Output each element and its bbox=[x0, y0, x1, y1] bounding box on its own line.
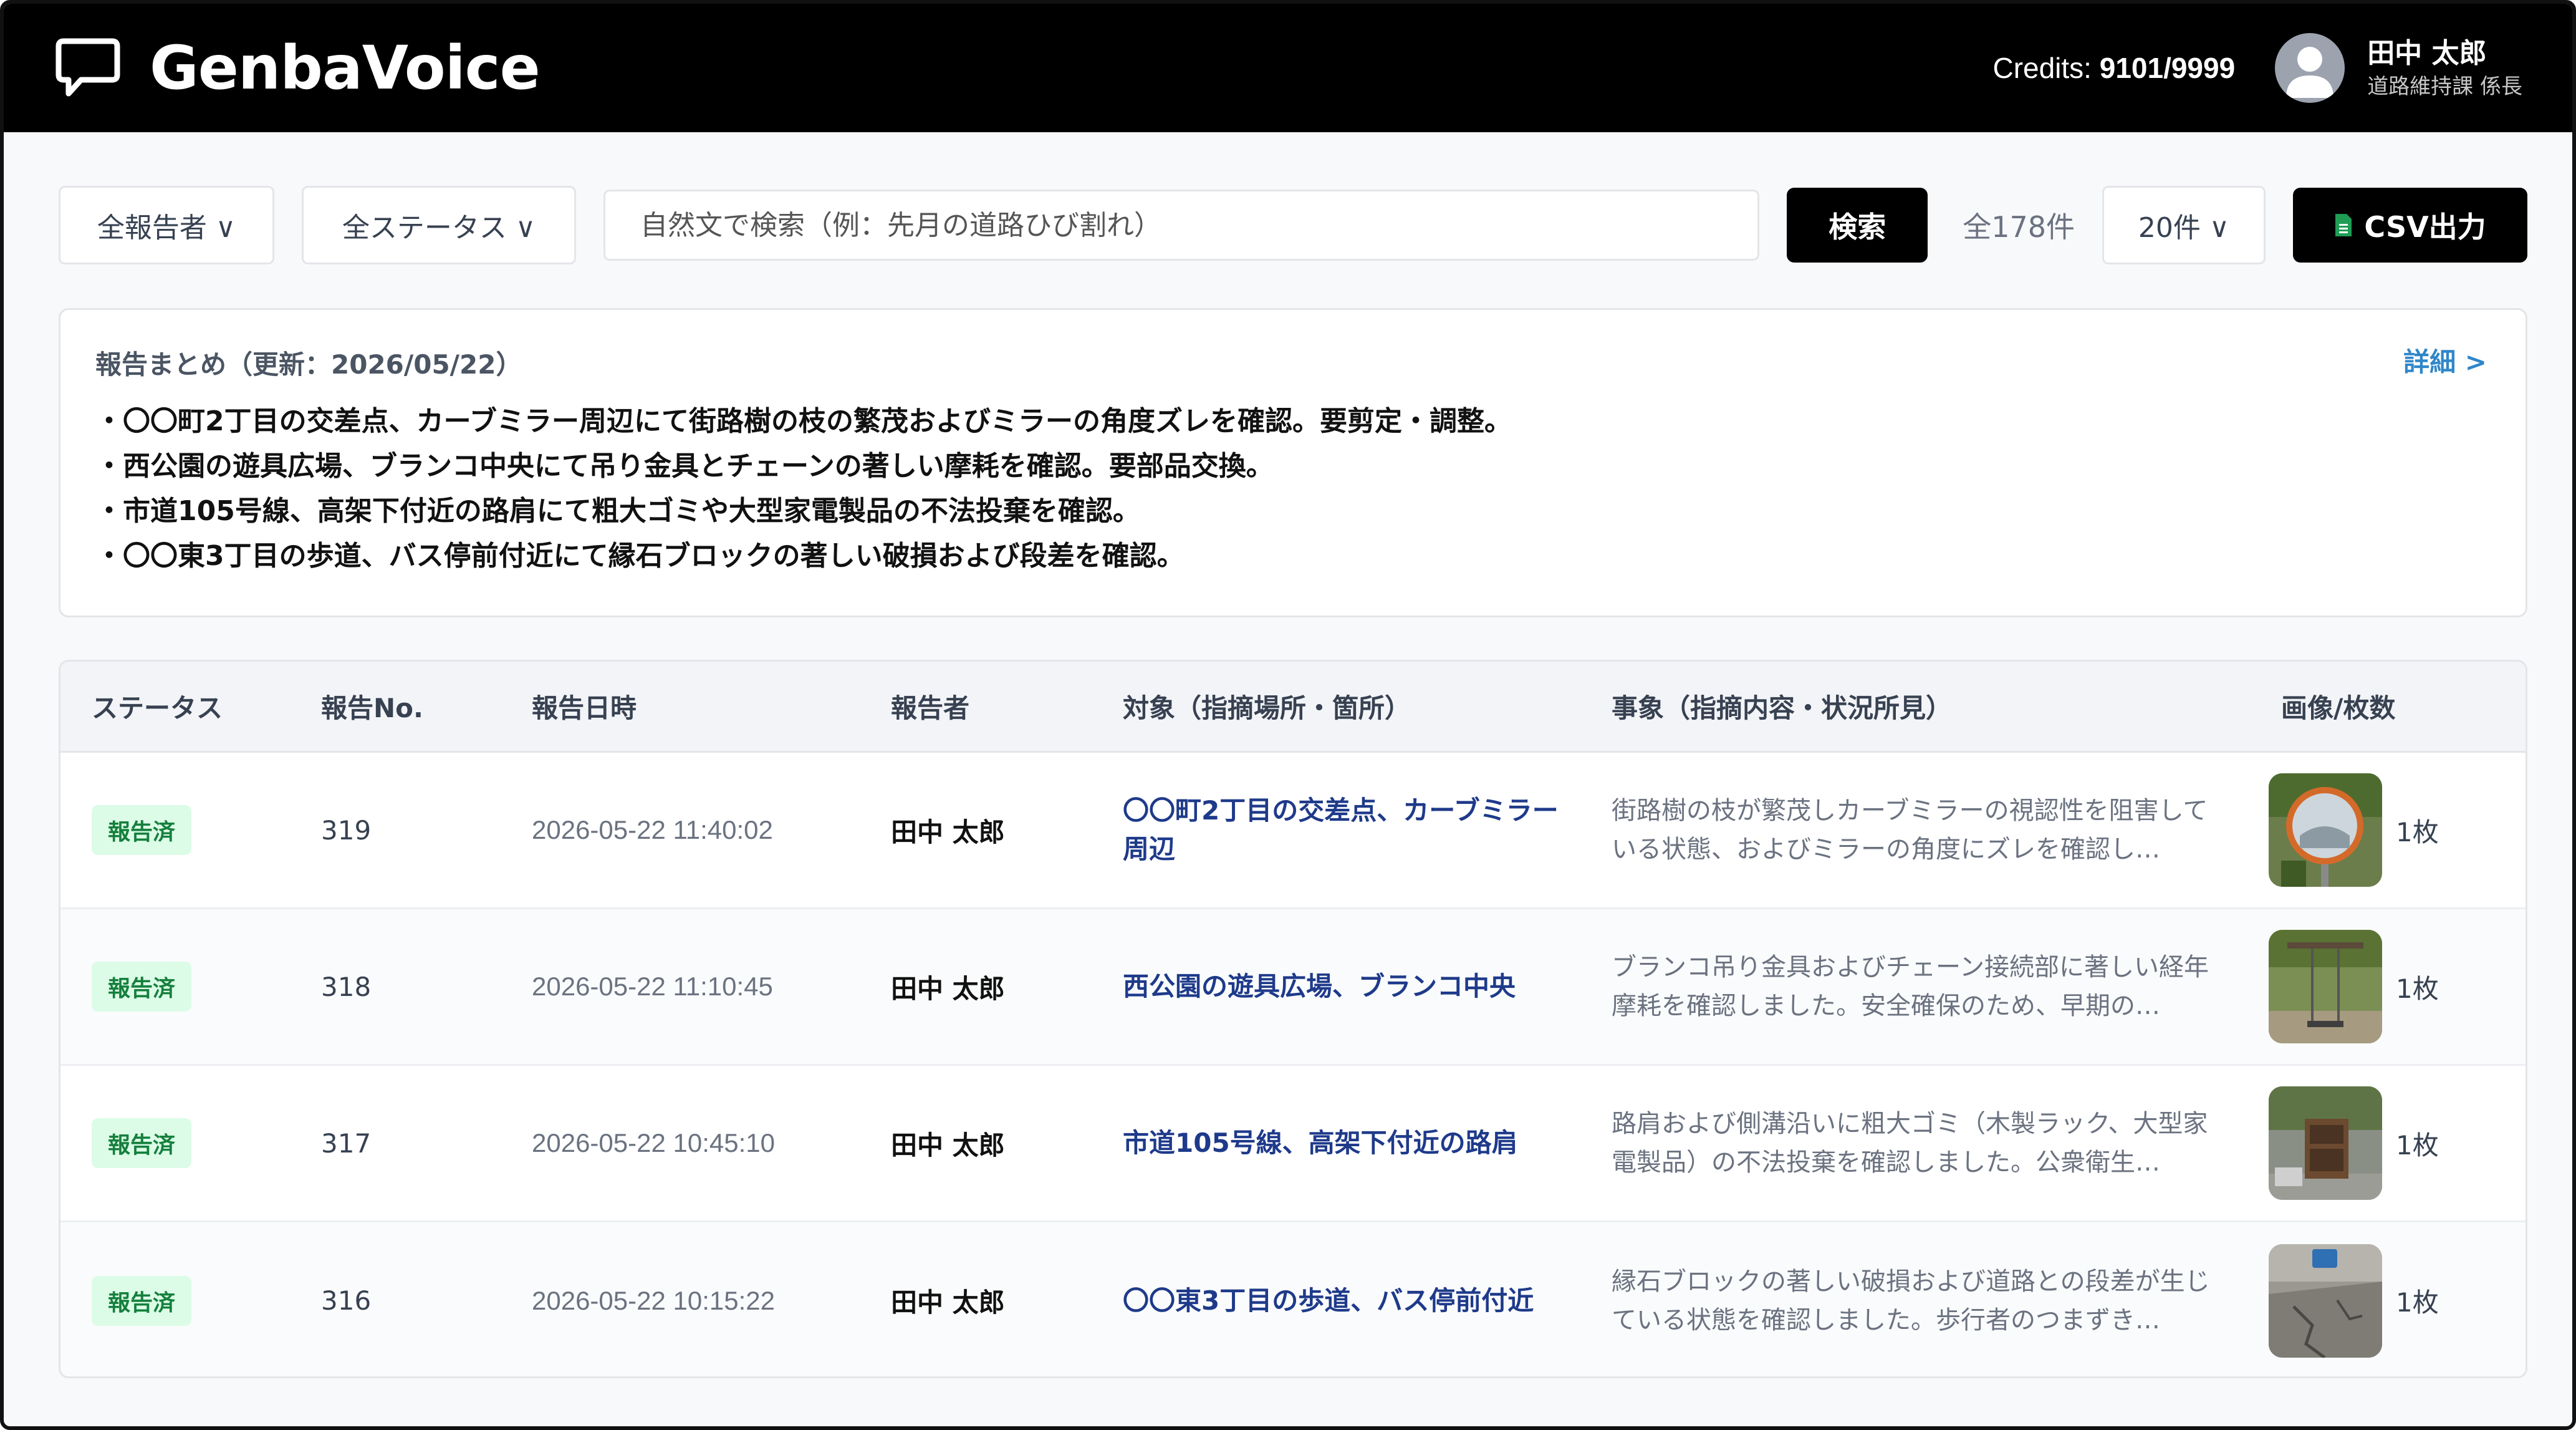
total-count: 全178件 bbox=[1963, 210, 2075, 244]
report-description: 路肩および側溝沿いに粗大ゴミ（木製ラック、大型家電製品）の不法投棄を確認しました… bbox=[1612, 1109, 2208, 1177]
column-header-description[interactable]: 事象（指摘内容・状況所見） bbox=[1612, 687, 1952, 725]
summary-line: ・市道105号線、高架下付近の路肩にて粗大ゴミや大型家電製品の不法投棄を確認。 bbox=[95, 495, 1140, 527]
target-location-link[interactable]: 西公園の遊具広場、ブランコ中央 bbox=[1123, 967, 1572, 1006]
table-row[interactable]: 報告済 316 2026-05-22 10:15:22 田中 太郎 〇〇東3丁目… bbox=[60, 1222, 2526, 1376]
chat-bubble-icon bbox=[55, 38, 120, 97]
column-header-target[interactable]: 対象（指摘場所・箇所） bbox=[1123, 687, 1411, 725]
target-location-link[interactable]: 市道105号線、高架下付近の路肩 bbox=[1123, 1124, 1572, 1162]
column-header-number[interactable]: 報告No. bbox=[321, 687, 423, 725]
credits-display: Credits: 9101/9999 bbox=[1992, 51, 2235, 85]
image-count: 1枚 bbox=[2396, 1129, 2439, 1161]
summary-line: ・〇〇東3丁目の歩道、バス停前付近にて縁石ブロックの著しい破損および段差を確認。 bbox=[95, 540, 1185, 572]
column-header-status[interactable]: ステータス bbox=[92, 687, 223, 725]
filter-toolbar: 全報告者 ∨ 全ステータス ∨ 検索 全178件 20件 ∨ CSV出力 bbox=[59, 186, 2527, 264]
search-button[interactable]: 検索 bbox=[1787, 188, 1928, 263]
reporter-name: 田中 太郎 bbox=[891, 973, 1005, 1004]
user-role: 道路維持課 係長 bbox=[2367, 74, 2522, 99]
report-image-thumbnail[interactable] bbox=[2269, 1086, 2382, 1200]
summary-card: 報告まとめ（更新：2026/05/22） 詳細 > ・〇〇町2丁目の交差点、カー… bbox=[59, 308, 2527, 617]
csv-export-label: CSV出力 bbox=[2364, 210, 2486, 244]
summary-detail-link[interactable]: 詳細 > bbox=[2403, 341, 2487, 379]
broken-curb-photo-icon bbox=[2269, 1244, 2382, 1358]
reporter-filter-select[interactable]: 全報告者 ∨ bbox=[59, 186, 274, 264]
report-description: ブランコ吊り金具およびチェーン接続部に著しい経年摩耗を確認しました。安全確保のた… bbox=[1612, 953, 2209, 1020]
report-image-thumbnail[interactable] bbox=[2269, 773, 2382, 887]
curve-mirror-photo-icon bbox=[2269, 773, 2382, 887]
status-badge: 報告済 bbox=[92, 805, 192, 855]
report-number: 316 bbox=[321, 1285, 372, 1316]
table-header-row: ステータス 報告No. 報告日時 報告者 対象（指摘場所・箇所） 事象（指摘内容… bbox=[60, 662, 2526, 753]
user-info[interactable]: 田中 太郎 道路維持課 係長 bbox=[2367, 35, 2522, 101]
summary-line: ・〇〇町2丁目の交差点、カーブミラー周辺にて街路樹の枝の繁茂およびミラーの角度ズ… bbox=[95, 405, 1512, 437]
top-header: GenbaVoice Credits: 9101/9999 田中 太郎 道路維持… bbox=[4, 4, 2572, 132]
report-image-thumbnail[interactable] bbox=[2269, 1244, 2382, 1358]
app-title: GenbaVoice bbox=[150, 33, 541, 103]
report-datetime: 2026-05-22 10:15:22 bbox=[532, 1285, 775, 1315]
credits-label: Credits: bbox=[1992, 52, 2092, 84]
report-number: 317 bbox=[321, 1128, 372, 1159]
image-count: 1枚 bbox=[2396, 816, 2439, 848]
report-datetime: 2026-05-22 10:45:10 bbox=[532, 1128, 775, 1157]
user-avatar[interactable] bbox=[2275, 33, 2345, 103]
status-filter-select[interactable]: 全ステータス ∨ bbox=[302, 186, 576, 264]
column-header-reporter[interactable]: 報告者 bbox=[891, 687, 969, 725]
summary-line: ・西公園の遊具広場、ブランコ中央にて吊り金具とチェーンの著しい摩耗を確認。要部品… bbox=[95, 450, 1274, 482]
status-badge: 報告済 bbox=[92, 1118, 192, 1168]
page-size-select[interactable]: 20件 ∨ bbox=[2102, 186, 2266, 264]
search-input[interactable] bbox=[603, 190, 1760, 261]
report-table: ステータス 報告No. 報告日時 報告者 対象（指摘場所・箇所） 事象（指摘内容… bbox=[59, 660, 2527, 1378]
report-number: 318 bbox=[321, 971, 372, 1002]
user-icon bbox=[2286, 47, 2334, 98]
target-location-link[interactable]: 〇〇町2丁目の交差点、カーブミラー周辺 bbox=[1123, 791, 1572, 869]
report-description: 街路樹の枝が繁茂しカーブミラーの視認性を阻害している状態、およびミラーの角度にズ… bbox=[1612, 796, 2208, 864]
report-description: 縁石ブロックの著しい破損および道路との段差が生じている状態を確認しました。歩行者… bbox=[1612, 1267, 2210, 1335]
status-badge: 報告済 bbox=[92, 1275, 192, 1326]
table-row[interactable]: 報告済 319 2026-05-22 11:40:02 田中 太郎 〇〇町2丁目… bbox=[60, 753, 2526, 909]
target-location-link[interactable]: 〇〇東3丁目の歩道、バス停前付近 bbox=[1123, 1282, 1572, 1320]
table-row[interactable]: 報告済 318 2026-05-22 11:10:45 田中 太郎 西公園の遊具… bbox=[60, 909, 2526, 1066]
reporter-name: 田中 太郎 bbox=[891, 1129, 1005, 1161]
status-badge: 報告済 bbox=[92, 962, 192, 1012]
report-datetime: 2026-05-22 11:40:02 bbox=[532, 815, 773, 844]
summary-title: 報告まとめ（更新：2026/05/22） bbox=[95, 349, 522, 380]
reporter-name: 田中 太郎 bbox=[891, 1287, 1005, 1318]
user-name: 田中 太郎 bbox=[2367, 37, 2487, 69]
table-row[interactable]: 報告済 317 2026-05-22 10:45:10 田中 太郎 市道105号… bbox=[60, 1066, 2526, 1222]
column-header-images[interactable]: 画像/枚数 bbox=[2281, 687, 2395, 725]
report-image-thumbnail[interactable] bbox=[2269, 930, 2382, 1043]
dumped-furniture-photo-icon bbox=[2269, 1086, 2382, 1200]
report-number: 319 bbox=[321, 814, 372, 846]
image-count: 1枚 bbox=[2396, 973, 2439, 1004]
swing-photo-icon bbox=[2269, 930, 2382, 1043]
column-header-datetime[interactable]: 報告日時 bbox=[532, 687, 637, 725]
reporter-name: 田中 太郎 bbox=[891, 816, 1005, 848]
spreadsheet-file-icon bbox=[2335, 214, 2352, 236]
report-datetime: 2026-05-22 11:10:45 bbox=[532, 972, 773, 1001]
image-count: 1枚 bbox=[2396, 1287, 2439, 1318]
app-window: GenbaVoice Credits: 9101/9999 田中 太郎 道路維持… bbox=[0, 0, 2576, 1430]
csv-export-button[interactable]: CSV出力 bbox=[2293, 188, 2527, 263]
credits-value: 9101/9999 bbox=[2099, 52, 2236, 84]
